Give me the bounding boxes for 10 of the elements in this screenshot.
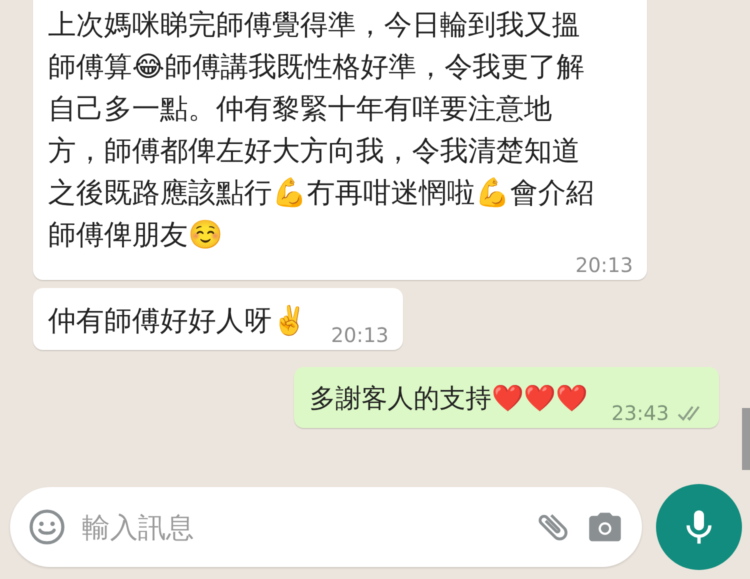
scrollbar[interactable]	[742, 408, 750, 470]
message-text: 上次媽咪睇完師傅覺得準，今日輪到我又搵師傅算😂師傅講我既性格好準，令我更了解自己多一點。仲有黎緊十年有咩要注意地方，師傅都俾左好大方向我，令我清楚知道之後既路應該點行💪冇再咁迷惘啦💪會介紹師傅俾朋友☺	[48, 7, 595, 253]
emoji-icon[interactable]	[28, 508, 66, 546]
message-time: 23:43	[611, 400, 669, 426]
message-time: 20:13	[331, 322, 389, 348]
message-field[interactable]: 輸入訊息	[10, 487, 642, 567]
message-time: 20:13	[575, 252, 633, 278]
message-field[interactable]: 輸入訊息	[80, 510, 520, 544]
message-text: 多謝客人的支持❤❤❤	[309, 383, 588, 416]
message-text: 仲有師傅好好人呀✌	[48, 303, 307, 339]
